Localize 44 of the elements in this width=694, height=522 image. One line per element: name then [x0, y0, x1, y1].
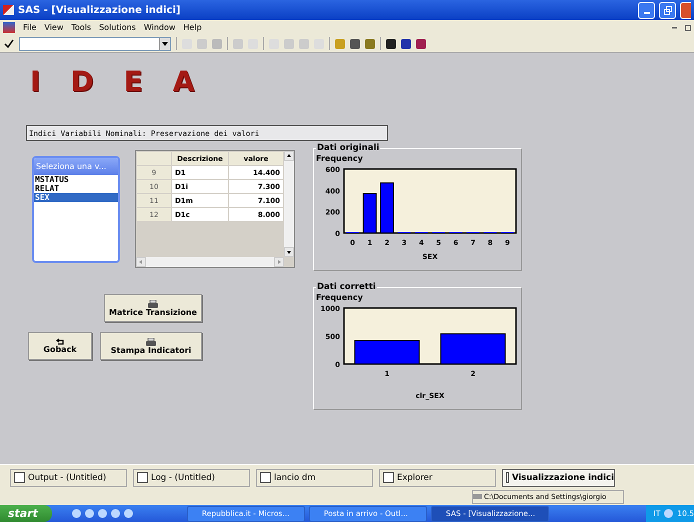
menu-item[interactable]: Tools — [71, 23, 92, 32]
vertical-scrollbar[interactable] — [284, 151, 294, 257]
menu-item[interactable]: File — [23, 23, 36, 32]
menu-item[interactable]: View — [44, 23, 64, 32]
checkmark-icon[interactable] — [4, 38, 14, 48]
bar — [440, 333, 506, 364]
list-item[interactable]: RELAT — [34, 184, 118, 193]
goback-button[interactable]: Goback — [28, 332, 92, 360]
minimize-button[interactable] — [638, 2, 655, 18]
return-arrow-icon — [56, 338, 64, 345]
bar — [380, 182, 394, 234]
window-tab[interactable]: Visualizzazione indici — [502, 468, 615, 486]
axis-title: Frequency — [316, 293, 363, 302]
window-tab[interactable]: lancio dm — [256, 468, 373, 486]
bar — [354, 340, 420, 364]
printer-icon — [148, 300, 158, 308]
menu-item[interactable]: Window — [144, 23, 176, 32]
chart-title: Dati corretti — [316, 282, 377, 292]
command-field[interactable] — [19, 36, 171, 50]
restore-button[interactable] — [659, 2, 676, 18]
list-title: Seleziona una v... — [34, 158, 118, 175]
window-tab[interactable]: Output - (Untitled) — [10, 468, 127, 486]
app-icon — [3, 5, 14, 15]
printer-icon — [146, 338, 156, 346]
document-icon — [3, 22, 15, 33]
close-button[interactable] — [680, 2, 691, 18]
axis-title: Frequency — [316, 154, 363, 163]
dropdown-arrow-icon[interactable] — [162, 42, 168, 46]
minimize-icon[interactable] — [672, 26, 677, 28]
print-button[interactable]: Matrice Transizione — [104, 294, 202, 322]
list-item[interactable]: SEX — [34, 193, 118, 202]
window-tab[interactable]: Log - (Untitled) — [133, 468, 250, 486]
chart-title: Dati originali — [316, 143, 380, 153]
list-item[interactable]: MSTATUS — [34, 175, 118, 184]
window-tab[interactable]: Explorer — [379, 468, 496, 486]
bar — [362, 193, 377, 234]
window-title: SAS - [Visualizzazione indici] — [18, 4, 182, 16]
menu-item[interactable]: Help — [183, 23, 202, 32]
print-button[interactable]: Stampa Indicatori — [100, 332, 202, 360]
logo: IDEA — [30, 69, 224, 95]
menu-item[interactable]: Solutions — [99, 23, 136, 32]
restore-icon — [663, 6, 672, 14]
horizontal-scrollbar[interactable] — [136, 257, 284, 267]
restore-icon[interactable] — [685, 24, 691, 30]
